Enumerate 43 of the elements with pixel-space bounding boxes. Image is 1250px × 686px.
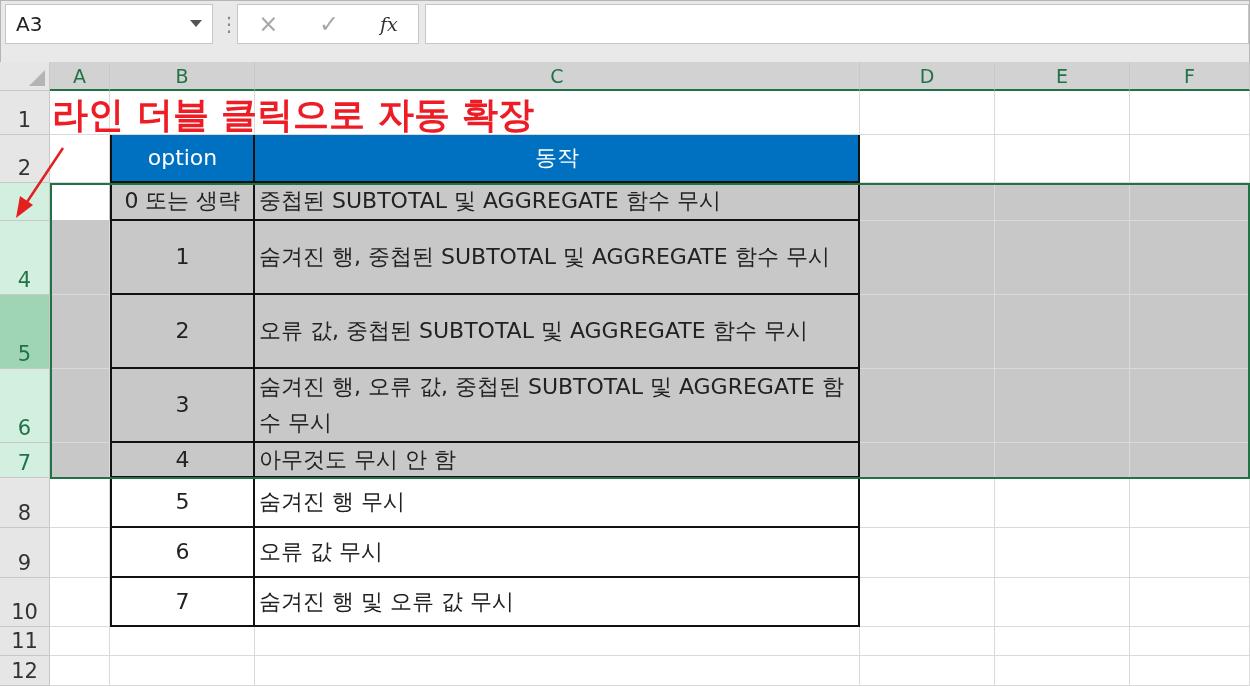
title-text: 라인 더블 클릭으로 자동 확장 bbox=[51, 95, 535, 135]
column-header[interactable]: B bbox=[110, 62, 255, 91]
row-header[interactable]: 1 bbox=[0, 91, 50, 135]
column-header[interactable]: E bbox=[995, 62, 1130, 91]
corner-triangle-icon bbox=[29, 70, 45, 86]
table-cell: 숨겨진 행, 중첩된 SUBTOTAL 및 AGGREGATE 함수 무시 bbox=[255, 221, 860, 295]
formula-field[interactable] bbox=[425, 4, 1249, 44]
table-cell: 숨겨진 행 및 오류 값 무시 bbox=[255, 578, 860, 627]
annotation-arrow bbox=[16, 147, 65, 218]
insert-function-button[interactable]: fx bbox=[373, 13, 404, 35]
row-header[interactable]: 8 bbox=[0, 478, 50, 528]
more-options[interactable]: ⋮ bbox=[219, 4, 231, 36]
table-cell: 숨겨진 행 무시 bbox=[255, 478, 860, 528]
table-cell: 4 bbox=[110, 443, 255, 478]
table-cell: 1 bbox=[110, 221, 255, 295]
table-cell: 5 bbox=[110, 478, 255, 528]
table-cell: 오류 값 무시 bbox=[255, 528, 860, 578]
column-header[interactable]: F bbox=[1130, 62, 1250, 91]
row-header[interactable]: 11 bbox=[0, 627, 50, 656]
row-header[interactable]: 6 bbox=[0, 369, 50, 443]
row-header[interactable]: 4 bbox=[0, 221, 50, 295]
column-header[interactable]: D bbox=[860, 62, 995, 91]
row-header[interactable]: 12 bbox=[0, 656, 50, 686]
table-cell: 6 bbox=[110, 528, 255, 578]
column-header[interactable]: C bbox=[255, 62, 860, 91]
table-header-cell: 동작 bbox=[255, 135, 860, 183]
row-header[interactable]: 9 bbox=[0, 528, 50, 578]
table-cell: 숨겨진 행, 오류 값, 중첩된 SUBTOTAL 및 AGGREGATE 함수 무시 bbox=[255, 369, 860, 443]
table-cell: 아무것도 무시 안 함 bbox=[255, 443, 860, 478]
table-cell: 오류 값, 중첩된 SUBTOTAL 및 AGGREGATE 함수 무시 bbox=[255, 295, 860, 369]
row-header[interactable]: 5 bbox=[0, 295, 50, 369]
row-header[interactable]: 10 bbox=[0, 578, 50, 627]
table-header-cell: option bbox=[110, 135, 255, 183]
dropdown-caret-icon[interactable] bbox=[190, 20, 202, 28]
table-cell: 7 bbox=[110, 578, 255, 627]
table-cell: 0 또는 생략 bbox=[110, 183, 255, 221]
name-box[interactable]: A3 bbox=[5, 4, 213, 44]
table-cell: 2 bbox=[110, 295, 255, 369]
column-header[interactable]: A bbox=[50, 62, 110, 91]
row-header[interactable]: 2 bbox=[0, 135, 50, 183]
table-cell: 3 bbox=[110, 369, 255, 443]
table-cell: 중첩된 SUBTOTAL 및 AGGREGATE 함수 무시 bbox=[255, 183, 860, 221]
row-header[interactable]: 7 bbox=[0, 443, 50, 478]
